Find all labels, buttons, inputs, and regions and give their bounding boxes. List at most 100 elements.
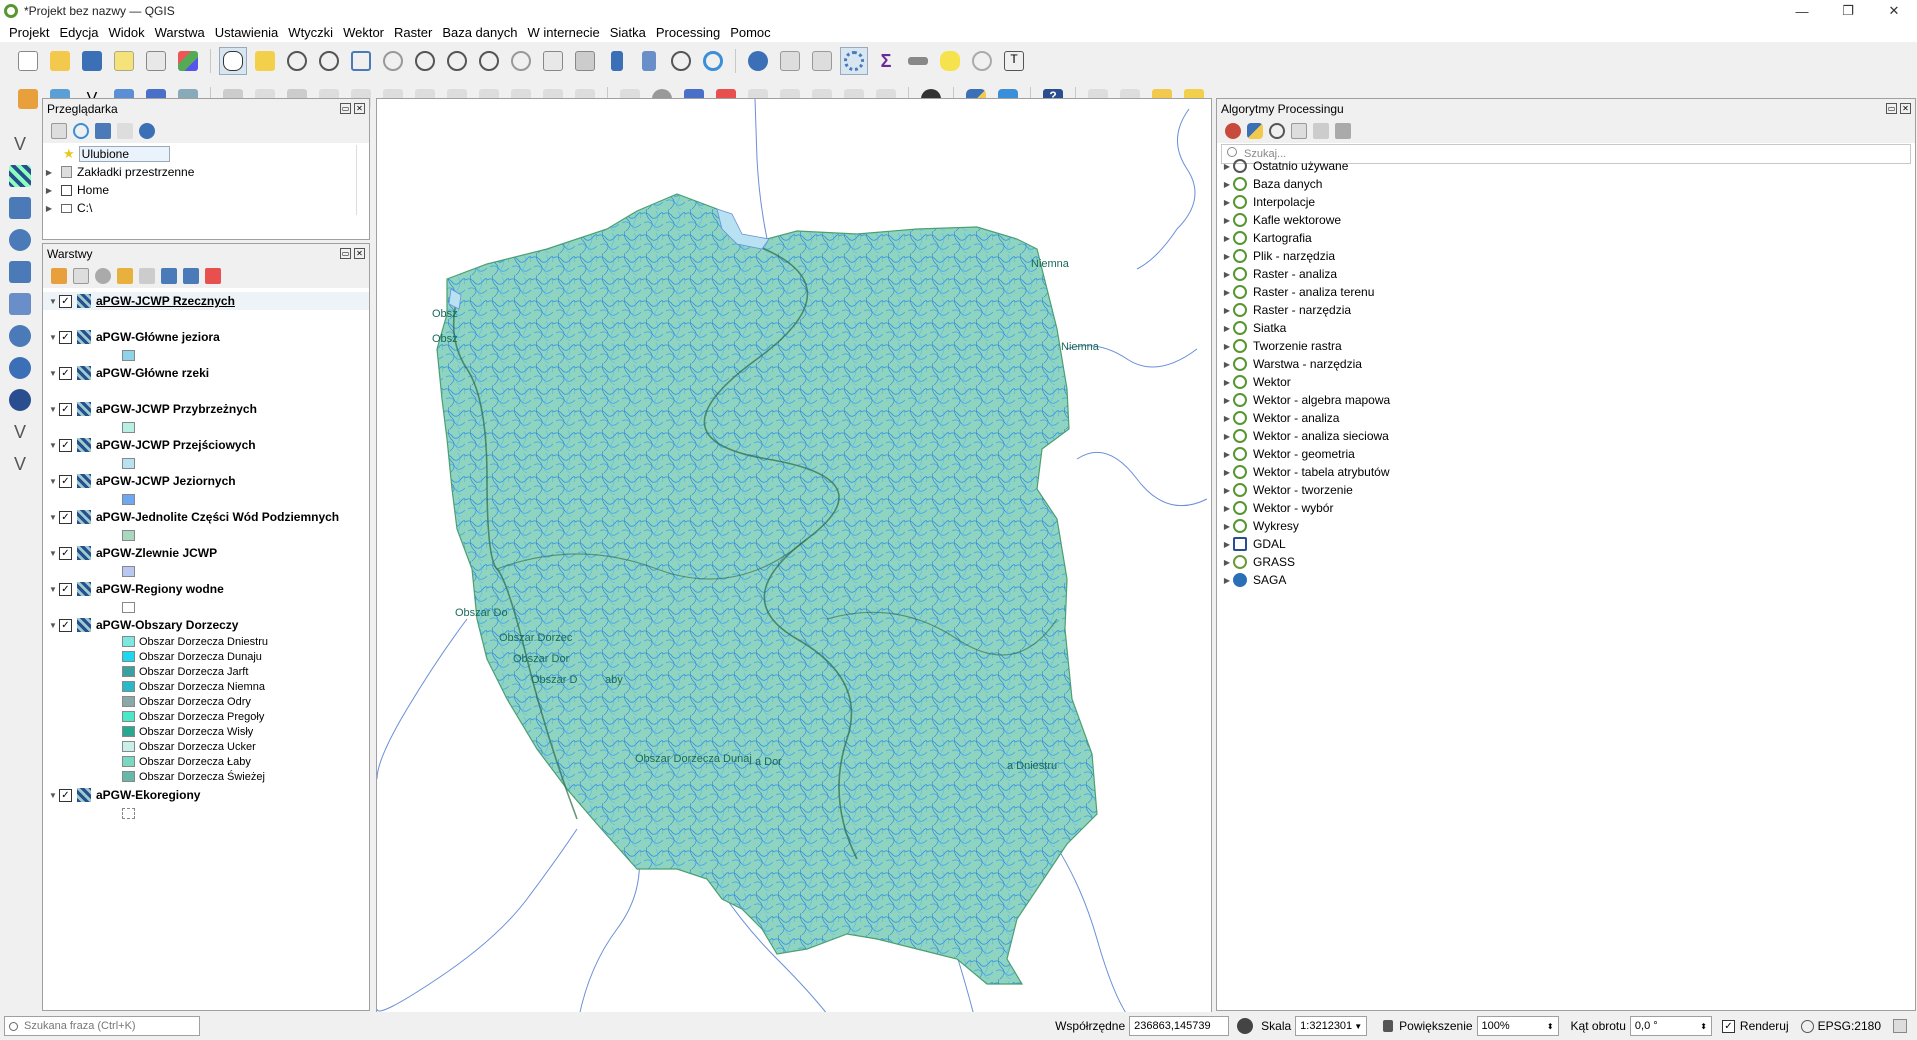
processing-provider-item[interactable]: ▶ Wektor - algebra mapowa <box>1217 391 1915 409</box>
processing-provider-item[interactable]: ▶ Wykresy <box>1217 517 1915 535</box>
pan-button[interactable] <box>219 47 247 75</box>
expand-arrow-icon[interactable]: ▶ <box>1221 432 1233 441</box>
expand-arrow-icon[interactable]: ▶ <box>1221 306 1233 315</box>
layer-item[interactable]: ▼ ✓ aPGW-Główne jeziora <box>43 328 369 364</box>
layer-item-ekoregiony[interactable]: ▼ ✓ aPGW-Ekoregiony <box>43 786 369 822</box>
maximize-button[interactable]: ❐ <box>1825 0 1871 22</box>
style-manager-button[interactable] <box>174 47 202 75</box>
zoom-last-button[interactable] <box>475 47 503 75</box>
crs-button[interactable]: EPSG:2180 <box>1818 1019 1881 1033</box>
layer-item[interactable]: ▼ ✓ aPGW-JCWP Przejściowych <box>43 436 369 472</box>
add-vector-layer-button[interactable]: V <box>6 130 34 158</box>
expand-arrow-icon[interactable]: ▶ <box>1221 324 1233 333</box>
refresh-button[interactable] <box>699 47 727 75</box>
close-panel-button[interactable]: ✕ <box>354 248 365 259</box>
expand-all-icon[interactable] <box>161 268 177 284</box>
expand-arrow-icon[interactable]: ▶ <box>1221 342 1233 351</box>
processing-provider-item[interactable]: ▶ Wektor - tworzenie <box>1217 481 1915 499</box>
processing-provider-item[interactable]: ▶ Warstwa - narzędzia <box>1217 355 1915 373</box>
float-panel-button[interactable]: ▭ <box>1886 103 1897 114</box>
layer-item-obszary[interactable]: ▼ ✓ aPGW-Obszary Dorzeczy Obszar Dorzecza … <box>43 616 369 784</box>
menu-raster[interactable]: Raster <box>389 25 437 40</box>
lock-icon[interactable] <box>1383 1020 1394 1032</box>
magnifier-field[interactable]: 100% ⬍ <box>1476 1016 1559 1036</box>
toggle-extents-icon[interactable] <box>1237 1018 1254 1034</box>
style-layer-icon[interactable] <box>51 268 67 284</box>
coordinate-field[interactable]: 236863,145739 <box>1129 1016 1230 1036</box>
menu-edycja[interactable]: Edycja <box>54 25 103 40</box>
processing-provider-item[interactable]: ▶ Ostatnio używane <box>1217 157 1915 175</box>
expand-arrow-icon[interactable]: ▶ <box>1221 540 1233 549</box>
layer-visibility-checkbox[interactable]: ✓ <box>59 618 72 632</box>
legend-class[interactable]: Obszar Dorzecza Odry <box>43 694 369 709</box>
filter-icon[interactable] <box>95 123 111 139</box>
expand-arrow-icon[interactable]: ▶ <box>1221 486 1233 495</box>
locator-search-input[interactable]: Szukana fraza (Ctrl+K) <box>4 1016 200 1036</box>
processing-provider-item[interactable]: ▶ Raster - analiza <box>1217 265 1915 283</box>
save-project-button[interactable] <box>78 47 106 75</box>
collapse-all-icon[interactable] <box>183 268 199 284</box>
results-icon[interactable] <box>1291 123 1307 139</box>
add-mesh-layer-button[interactable] <box>6 194 34 222</box>
menu-processing[interactable]: Processing <box>651 25 725 40</box>
layer-visibility-checkbox[interactable]: ✓ <box>59 294 72 308</box>
browser-item-ulubione[interactable]: ★ Ulubione <box>43 145 369 163</box>
expand-arrow-icon[interactable]: ▶ <box>1221 522 1233 531</box>
layer-visibility-checkbox[interactable]: ✓ <box>59 330 72 344</box>
zoom-native-button[interactable] <box>443 47 471 75</box>
pan-to-selection-button[interactable] <box>251 47 279 75</box>
layer-visibility-checkbox[interactable]: ✓ <box>59 788 72 802</box>
minimize-button[interactable]: — <box>1779 0 1825 22</box>
field-calculator-button[interactable] <box>808 47 836 75</box>
refresh-icon[interactable] <box>73 123 89 139</box>
expand-arrow-icon[interactable]: ▶ <box>1221 270 1233 279</box>
open-project-button[interactable] <box>46 47 74 75</box>
spinbox-arrows-icon[interactable]: ⬍ <box>1547 1022 1554 1031</box>
new-layout-button[interactable] <box>142 47 170 75</box>
legend-class[interactable]: Obszar Dorzecza Pregoły <box>43 709 369 724</box>
new-project-button[interactable] <box>14 47 42 75</box>
browser-item-home[interactable]: ▶ Home <box>43 181 369 199</box>
expand-arrow-icon[interactable]: ▶ <box>1221 414 1233 423</box>
add-wcs-layer-button[interactable] <box>6 386 34 414</box>
temporal-controller-button[interactable] <box>667 47 695 75</box>
layer-visibility-checkbox[interactable]: ✓ <box>59 438 72 452</box>
layer-item[interactable]: ▼ ✓ aPGW-Zlewnie JCWP <box>43 544 369 580</box>
data-source-manager-button[interactable] <box>14 85 42 113</box>
add-wfs-layer-button[interactable] <box>6 354 34 382</box>
identify-button[interactable] <box>744 47 772 75</box>
processing-provider-item[interactable]: ▶ Kafle wektorowe <box>1217 211 1915 229</box>
add-selected-icon[interactable] <box>51 123 67 139</box>
expand-arrow-icon[interactable]: ▶ <box>1221 558 1233 567</box>
add-spatialite-button[interactable] <box>6 258 34 286</box>
menu-widok[interactable]: Widok <box>104 25 150 40</box>
messages-icon[interactable] <box>1893 1019 1907 1033</box>
legend-class[interactable]: Obszar Dorzecza Świeżej <box>43 769 369 784</box>
close-panel-button[interactable]: ✕ <box>1900 103 1911 114</box>
zoom-next-button[interactable] <box>507 47 535 75</box>
processing-provider-item[interactable]: ▶ Wektor - analiza <box>1217 409 1915 427</box>
layer-item[interactable]: ▼ ✓ aPGW-Jednolite Części Wód Podziemnych <box>43 508 369 544</box>
legend-class[interactable]: Obszar Dorzecza Jarft <box>43 664 369 679</box>
browser-item-zakladki[interactable]: ▶ Zakładki przestrzenne <box>43 163 369 181</box>
menu-w-internecie[interactable]: W internecie <box>522 25 604 40</box>
python-scripts-icon[interactable] <box>1247 123 1263 139</box>
layer-visibility-checkbox[interactable]: ✓ <box>59 402 72 416</box>
processing-provider-item[interactable]: ▶ Baza danych <box>1217 175 1915 193</box>
add-delimited-text-button[interactable] <box>6 226 34 254</box>
legend-class[interactable]: Obszar Dorzecza Dniestru <box>43 634 369 649</box>
layer-item[interactable]: ▼ ✓ aPGW-Główne rzeki <box>43 364 369 400</box>
expand-arrow-icon[interactable]: ▶ <box>1221 468 1233 477</box>
expand-arrow-icon[interactable]: ▶ <box>1221 450 1233 459</box>
processing-provider-item[interactable]: ▶ Raster - analiza terenu <box>1217 283 1915 301</box>
zoom-layer-button[interactable] <box>411 47 439 75</box>
legend-class[interactable]: Obszar Dorzecza Niemna <box>43 679 369 694</box>
menu-projekt[interactable]: Projekt <box>4 25 54 40</box>
new-map-view-button[interactable] <box>539 47 567 75</box>
processing-provider-item[interactable]: ▶ Wektor - analiza sieciowa <box>1217 427 1915 445</box>
map-tips-button[interactable] <box>936 47 964 75</box>
map-canvas[interactable]: Niemna Niemna Obsz Obsz Obszar Do Obszar… <box>376 98 1212 1026</box>
layer-visibility-checkbox[interactable]: ✓ <box>59 582 72 596</box>
layer-item[interactable]: ▼ ✓ aPGW-Regiony wodne <box>43 580 369 616</box>
processing-provider-item[interactable]: ▶ Tworzenie rastra <box>1217 337 1915 355</box>
